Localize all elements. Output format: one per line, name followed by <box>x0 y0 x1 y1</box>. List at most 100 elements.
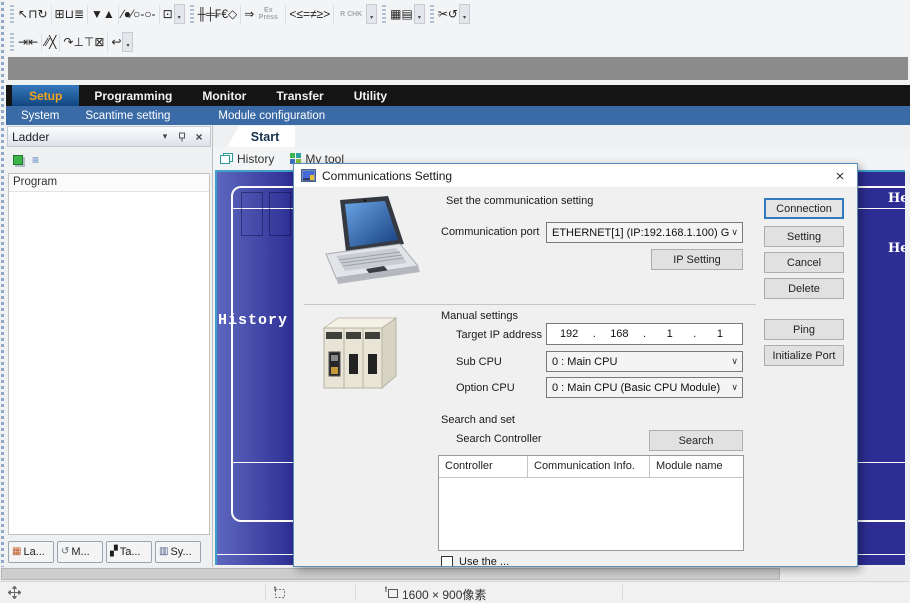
submenu-item-module-configuration[interactable]: Module configuration <box>205 110 338 122</box>
table-header-controller: Controller <box>439 456 528 477</box>
sub-cpu-combobox[interactable]: 0 : Main CPU ∨ <box>546 351 743 372</box>
dialog-titlebar[interactable]: Communications Setting <box>294 164 857 188</box>
submenu-item-scantime-setting[interactable]: Scantime setting <box>72 110 183 122</box>
program-tree: Program <box>8 173 210 535</box>
system-tab-icon: ▥ <box>159 547 168 557</box>
menu-tab-monitor[interactable]: Monitor <box>187 85 261 106</box>
compare-le-icon[interactable]: ≤ <box>296 7 303 21</box>
horizontal-scrollbar[interactable] <box>0 567 910 581</box>
compare-lt-icon[interactable]: < <box>289 7 296 21</box>
panel-menu-caret-icon[interactable]: ▾ <box>158 130 172 144</box>
panel-tab-monitor[interactable]: ↺M... <box>57 541 103 563</box>
communications-setting-dialog: Communications Setting × Set the communi… <box>293 163 858 567</box>
vertical-contact-alt-icon[interactable]: ╪ <box>206 7 215 21</box>
rung-list-icon[interactable]: ≣ <box>74 7 84 21</box>
option-cpu-combobox[interactable]: 0 : Main CPU (Basic CPU Module) ∨ <box>546 377 743 398</box>
panel-tab-tag[interactable]: ▞Ta... <box>106 541 152 563</box>
function-icon[interactable]: ₣ <box>215 7 222 21</box>
ip-octet-4[interactable]: 1 <box>698 328 742 340</box>
pou-list-icon[interactable]: ≡ <box>32 155 39 165</box>
open-contact-icon[interactable]: ⊓ <box>28 7 37 21</box>
ladder-panel-title: Ladder <box>12 130 49 144</box>
express-icon[interactable]: Ex Press <box>255 7 281 21</box>
toolbar-drag-handle <box>10 5 14 24</box>
pin-icon[interactable] <box>175 130 189 144</box>
panel-bottom-tabs: ▦La...↺M...▞Ta...▥Sy... <box>8 541 201 563</box>
download-icon[interactable]: ▼ <box>91 7 103 21</box>
select-pointer-icon[interactable]: ↖ <box>18 7 28 21</box>
convert-rung-icon[interactable]: ↻ <box>37 7 47 21</box>
panel-tab-label: Sy... <box>170 546 191 558</box>
delete-button[interactable]: Delete <box>764 278 844 299</box>
dialog-close-icon[interactable]: × <box>823 164 857 188</box>
table-dropdown-arrow[interactable]: ▾ <box>414 4 425 24</box>
compare-ge-icon[interactable]: ≥ <box>317 7 324 21</box>
return-jump-icon[interactable]: ↩ <box>111 35 121 49</box>
toolbar-drag-handle <box>10 33 14 52</box>
search-button[interactable]: Search <box>649 430 743 451</box>
tree-item-program[interactable]: Program <box>9 174 209 192</box>
move-cursor-icon[interactable] <box>8 586 21 599</box>
branch-icon[interactable]: ⊔ <box>65 7 74 21</box>
device-table-icon[interactable]: ▦ <box>390 7 401 21</box>
new-program-icon[interactable] <box>13 155 23 165</box>
register-check-icon[interactable]: R CHK <box>338 11 364 18</box>
use-result-checkbox[interactable] <box>441 556 453 567</box>
history-link[interactable]: History <box>220 152 274 166</box>
panel-tab-ladder[interactable]: ▦La... <box>8 541 54 563</box>
upload-icon[interactable]: ▲ <box>103 7 115 21</box>
append-rung-icon[interactable]: ⇤ <box>28 35 38 49</box>
io-list-icon[interactable]: ▤ <box>402 7 413 21</box>
tab-start[interactable]: Start <box>227 126 295 147</box>
main-toolbar: ↖⊓↻⊞⊔≣▼▲∕●∕○-○-⊡▾╫╪₣€◇⇒Ex Press<≤=≠≥>R C… <box>6 0 910 56</box>
comm-port-combobox[interactable]: ETHERNET[1] (IP:192.168.1.100) G ∨ <box>546 222 743 243</box>
cancel-button[interactable]: Cancel <box>764 252 844 273</box>
negated-coil-icon[interactable]: ∕○ <box>131 7 140 21</box>
erase-box-icon[interactable]: ⊠ <box>94 35 104 49</box>
menu-tab-setup[interactable]: Setup <box>12 85 79 106</box>
return-dropdown-arrow[interactable]: ▾ <box>122 32 133 52</box>
ping-button[interactable]: Ping <box>764 319 844 340</box>
panel-close-icon[interactable]: × <box>192 130 206 144</box>
jump-icon[interactable]: ⊡ <box>163 7 173 21</box>
ip-setting-button[interactable]: IP Setting <box>651 249 743 270</box>
compare-gt-icon[interactable]: > <box>323 7 330 21</box>
connection-button[interactable]: Connection <box>764 198 844 219</box>
insert-rung-icon[interactable]: ⇥ <box>18 35 28 49</box>
initialize-port-button[interactable]: Initialize Port <box>764 345 844 366</box>
coil-diamond-icon[interactable]: ◇ <box>228 7 237 21</box>
expression-arrow-icon[interactable]: ⇒ <box>244 7 254 21</box>
ip-octet-3[interactable]: 1 <box>648 328 692 340</box>
menu-tab-utility[interactable]: Utility <box>339 85 402 106</box>
controller-table[interactable]: Controller Communication Info. Module na… <box>438 455 744 551</box>
edit-dropdown-arrow[interactable]: ▾ <box>459 4 470 24</box>
menu-tab-programming[interactable]: Programming <box>79 85 187 106</box>
search-controller-label: Search Controller <box>456 433 542 445</box>
scrollbar-thumb[interactable] <box>1 568 780 580</box>
wire-draw-icon[interactable]: ↷ <box>63 35 73 49</box>
flag-icon[interactable]: ⊤ <box>84 35 94 49</box>
submenu-item-system[interactable]: System <box>8 110 72 122</box>
ip-octet-2[interactable]: 168 <box>597 328 641 340</box>
application-window: { "ui": {"close_glyph": "×", "caret_glyp… <box>0 0 910 603</box>
inline-coil-icon[interactable]: -○- <box>140 7 155 21</box>
sync-icon[interactable]: ↺ <box>448 7 458 21</box>
delete-cross-icon[interactable]: ╳ <box>49 35 56 49</box>
function-block-icon[interactable]: € <box>221 7 228 21</box>
jump-dropdown-arrow[interactable]: ▾ <box>174 4 185 24</box>
panel-tab-system[interactable]: ▥Sy... <box>155 541 201 563</box>
check-dropdown-arrow[interactable]: ▾ <box>366 4 377 24</box>
target-ip-input[interactable]: 192 . 168 . 1 . 1 <box>546 323 743 345</box>
compare-eq-icon[interactable]: = <box>303 7 310 21</box>
terminal-icon[interactable]: ⊥ <box>73 35 83 49</box>
scissors-icon[interactable]: ✂ <box>438 7 448 21</box>
ip-octet-1[interactable]: 192 <box>547 328 591 340</box>
selection-rect-icon[interactable] <box>273 586 286 599</box>
vertical-contact-icon[interactable]: ╫ <box>198 7 207 21</box>
compare-ne-icon[interactable]: ≠ <box>310 7 317 21</box>
plc-image <box>318 312 403 398</box>
setting-button[interactable]: Setting <box>764 226 844 247</box>
menu-tab-transfer[interactable]: Transfer <box>261 85 338 106</box>
coil-icon[interactable]: ∕● <box>122 7 131 21</box>
insert-network-icon[interactable]: ⊞ <box>55 7 65 21</box>
